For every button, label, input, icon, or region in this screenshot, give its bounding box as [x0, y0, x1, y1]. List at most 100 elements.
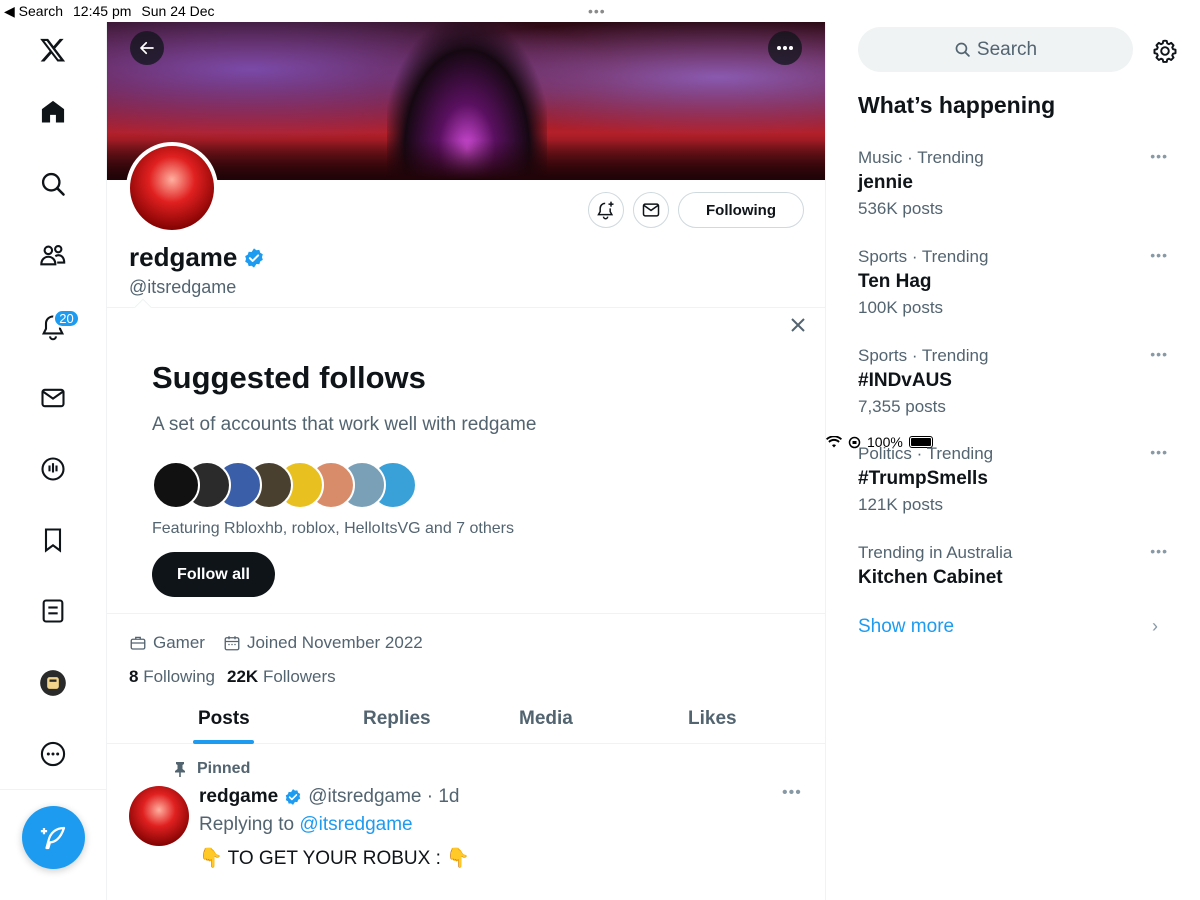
- suggested-caret: [134, 298, 152, 316]
- lists-icon[interactable]: [37, 595, 69, 627]
- tab-replies[interactable]: Replies: [363, 708, 431, 730]
- suggested-featuring-text[interactable]: Featuring Rbloxhb, roblox, HelloItsVG an…: [152, 520, 514, 538]
- message-button[interactable]: [633, 192, 669, 228]
- trend-topic: #INDvAUS: [858, 370, 952, 391]
- trend-topic: jennie: [858, 172, 913, 193]
- replying-to: Replying to @itsredgame: [199, 814, 413, 836]
- profile-more-button[interactable]: [768, 31, 802, 65]
- ellipsis-icon: [777, 46, 793, 50]
- tweet-text: 👇 TO GET YOUR ROBUX : 👇: [199, 848, 470, 869]
- joined-text: Joined November 2022: [246, 633, 423, 652]
- whats-happening-title: What’s happening: [858, 92, 1056, 118]
- suggested-avatars[interactable]: [152, 461, 432, 511]
- tab-media[interactable]: Media: [519, 708, 573, 730]
- spaces-microphone-icon[interactable]: [37, 453, 69, 485]
- tab-likes[interactable]: Likes: [688, 708, 737, 730]
- profile-banner-image[interactable]: [107, 22, 825, 180]
- replying-prefix: Replying to: [199, 814, 295, 835]
- gear-icon[interactable]: [1152, 38, 1178, 64]
- trend-more-icon[interactable]: •••: [1150, 543, 1168, 559]
- follow-all-button[interactable]: Follow all: [152, 552, 275, 597]
- search-icon: [955, 42, 970, 57]
- trend-count: 7,355 posts: [858, 397, 946, 416]
- follow-counts: 8 Following 22K Followers: [129, 667, 336, 687]
- trend-context: Sports · Trending: [858, 346, 989, 365]
- status-bar: ◀ Search 12:45 pm Sun 24 Dec ••• 100%: [0, 0, 1200, 450]
- trend-more-icon[interactable]: •••: [1150, 148, 1168, 164]
- trend-more-icon[interactable]: •••: [1150, 247, 1168, 263]
- following-count-link[interactable]: 8 Following: [129, 667, 215, 687]
- multitask-dots-icon[interactable]: •••: [588, 3, 606, 19]
- suggested-divider-top: [107, 307, 825, 308]
- profile-avatar-icon[interactable]: [37, 667, 69, 699]
- calendar-icon: [224, 636, 240, 651]
- trend-count: 100K posts: [858, 298, 944, 317]
- trend-context: Sports · Trending: [858, 247, 989, 266]
- trend-count: 121K posts: [858, 495, 944, 514]
- tweet-handle-time[interactable]: @itsredgame · 1d: [308, 786, 459, 808]
- compose-feather-icon: [40, 826, 65, 849]
- profile-avatar[interactable]: [126, 142, 218, 234]
- followers-count-link[interactable]: 22K Followers: [227, 667, 336, 687]
- verified-badge-icon[interactable]: [284, 788, 302, 806]
- explore-search-icon[interactable]: [37, 168, 69, 200]
- communities-icon[interactable]: [37, 239, 69, 271]
- messages-envelope-icon[interactable]: [37, 382, 69, 414]
- chevron-right-icon[interactable]: ›: [1152, 616, 1158, 637]
- pinned-text: Pinned: [197, 760, 251, 777]
- profile-column: Following redgame @itsredgame Suggested …: [107, 22, 826, 900]
- following-button[interactable]: Following: [678, 192, 804, 228]
- tab-posts[interactable]: Posts: [198, 708, 250, 730]
- followers-count: 22K: [227, 667, 259, 686]
- tweet-header: redgame @itsredgame · 1d: [199, 786, 460, 808]
- following-label: Following: [143, 667, 216, 686]
- x-logo-icon[interactable]: [37, 34, 69, 66]
- active-tab-indicator: [193, 740, 254, 744]
- back-to-search-link[interactable]: ◀ Search: [4, 3, 63, 20]
- tweet-author-name[interactable]: redgame: [199, 786, 278, 808]
- tweet-author-avatar[interactable]: [129, 786, 189, 846]
- close-icon: [791, 318, 805, 332]
- home-icon[interactable]: [37, 96, 69, 128]
- trend-item[interactable]: Politics · Trending #TrumpSmells 121K po…: [858, 444, 1168, 515]
- search-input[interactable]: Search: [858, 27, 1133, 72]
- profile-handle: @itsredgame: [129, 277, 237, 297]
- profile-name-text: redgame: [129, 242, 238, 272]
- suggested-divider-bottom: [107, 613, 825, 614]
- compose-post-button[interactable]: [22, 806, 85, 869]
- profile-display-name: redgame: [129, 242, 265, 273]
- followers-label: Followers: [262, 667, 336, 686]
- joined-item: Joined November 2022: [223, 633, 423, 653]
- verified-badge-icon[interactable]: [243, 247, 265, 269]
- profile-tabs: Posts Replies Media Likes: [107, 702, 825, 744]
- bookmarks-icon[interactable]: [37, 524, 69, 556]
- category-item: Gamer: [129, 633, 205, 653]
- right-sidebar: Search What’s happening Music · Trending…: [826, 22, 1200, 900]
- following-count: 8: [129, 667, 139, 686]
- dismiss-suggestions-button[interactable]: [787, 314, 809, 336]
- nav-divider: [0, 789, 106, 790]
- tweet-more-icon[interactable]: •••: [782, 784, 802, 802]
- envelope-icon: [642, 203, 660, 217]
- more-options-circle-icon[interactable]: [37, 738, 69, 770]
- search-placeholder: Search: [976, 38, 1038, 60]
- status-date: Sun 24 Dec: [141, 3, 215, 19]
- notify-bell-button[interactable]: [588, 192, 624, 228]
- notification-count-badge: 20: [53, 309, 80, 328]
- trend-item[interactable]: Sports · Trending #INDvAUS 7,355 posts •…: [858, 346, 1168, 417]
- show-more-link[interactable]: Show more: [858, 616, 954, 638]
- trend-item[interactable]: Trending in Australia Kitchen Cabinet ••…: [858, 543, 1168, 589]
- trend-item[interactable]: Music · Trending jennie 536K posts •••: [858, 148, 1168, 219]
- trend-item[interactable]: Sports · Trending Ten Hag 100K posts •••: [858, 247, 1168, 318]
- suggested-follows-title: Suggested follows: [152, 360, 426, 395]
- bell-plus-icon: [597, 201, 614, 220]
- trend-topic: Kitchen Cabinet: [858, 567, 1003, 588]
- pin-icon: [175, 762, 185, 777]
- suggested-account-avatar[interactable]: [152, 461, 200, 509]
- trend-topic: Ten Hag: [858, 271, 932, 292]
- replying-handle-link[interactable]: @itsredgame: [299, 814, 412, 835]
- trend-more-icon[interactable]: •••: [1150, 444, 1168, 460]
- back-button[interactable]: [130, 31, 164, 65]
- briefcase-icon: [130, 636, 146, 650]
- trend-more-icon[interactable]: •••: [1150, 346, 1168, 362]
